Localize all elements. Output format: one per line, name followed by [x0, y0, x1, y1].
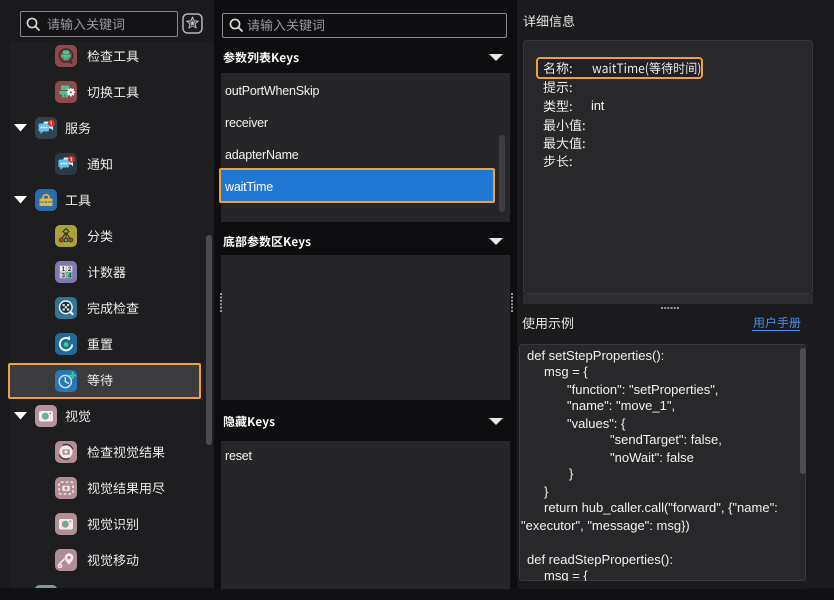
svg-text:3: 3: [61, 272, 65, 279]
svg-text:4: 4: [68, 272, 72, 279]
